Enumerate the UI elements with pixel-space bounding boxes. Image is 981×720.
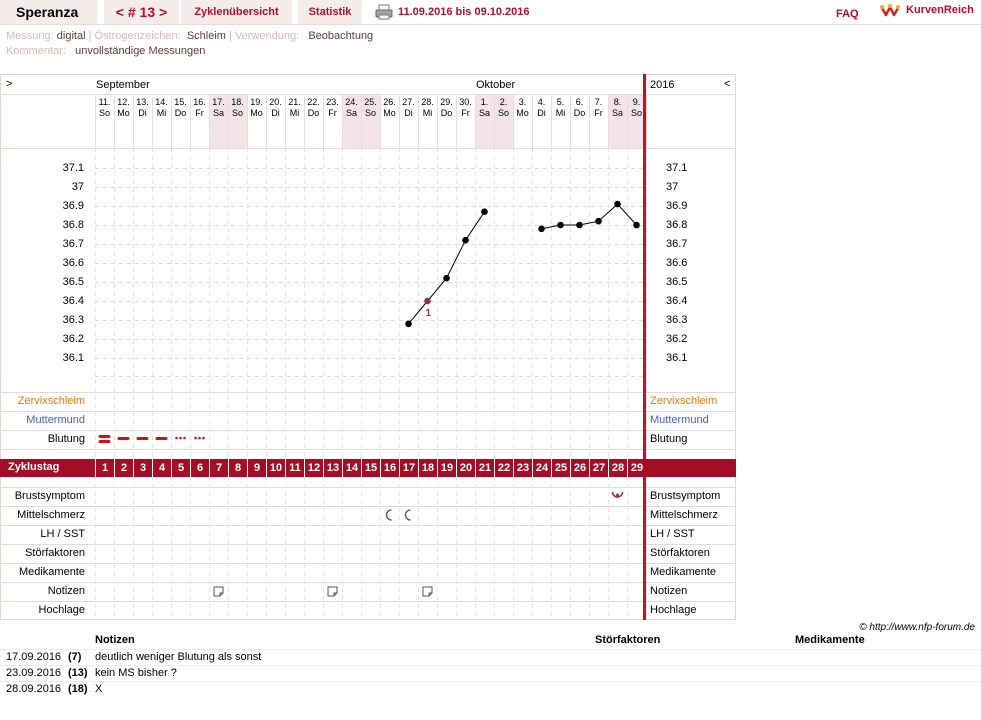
notes-row-divider <box>0 665 981 666</box>
note-text: deutlich weniger Blutung als sonst <box>95 651 262 663</box>
note-text: X <box>95 683 103 695</box>
notes-row-divider <box>0 681 981 682</box>
notes-header-notizen: Notizen <box>95 634 135 646</box>
mittelschmerz-icon[interactable] <box>385 509 392 521</box>
mittelschmerz-icon[interactable] <box>404 509 411 521</box>
notes-row-divider <box>0 649 981 650</box>
note-cycle-day: (18) <box>68 683 88 695</box>
note-cycle-day: (13) <box>68 667 88 679</box>
note-date: 17.09.2016 <box>6 651 62 663</box>
breast-symptom-icon[interactable] <box>611 491 624 498</box>
note-icon[interactable] <box>213 586 224 597</box>
copyright[interactable]: © http://www.nfp-forum.de <box>859 622 975 633</box>
note-cycle-day: (7) <box>68 651 82 663</box>
notes-header-stoerfaktoren: Störfaktoren <box>595 634 661 646</box>
note-text: kein MS bisher ? <box>95 667 177 679</box>
note-icon[interactable] <box>327 586 338 597</box>
note-date: 23.09.2016 <box>6 667 62 679</box>
notes-header-medikamente: Medikamente <box>795 634 865 646</box>
note-icon[interactable] <box>422 586 433 597</box>
note-date: 28.09.2016 <box>6 683 62 695</box>
